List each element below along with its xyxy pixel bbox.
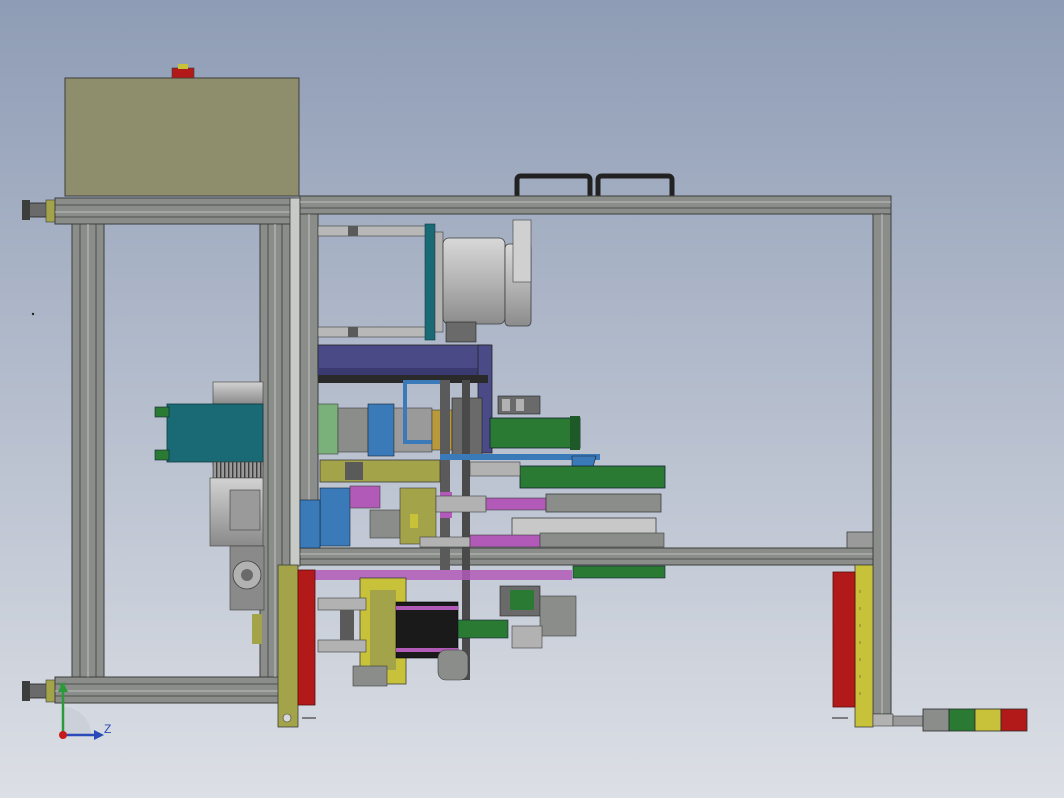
cad-viewport[interactable]: Y Z xyxy=(0,0,1064,798)
y-axis-label: Y xyxy=(58,680,66,694)
stray-point xyxy=(31,312,35,316)
signal-lamp-segment xyxy=(1000,708,1028,732)
signal-lamp-segment xyxy=(974,708,1002,732)
signal-lamp-segment xyxy=(948,708,976,732)
signal-lamp-segment xyxy=(922,708,950,732)
electrical-cabinet[interactable] xyxy=(64,64,300,197)
origin-marker xyxy=(59,731,67,739)
z-axis-label: Z xyxy=(104,722,111,736)
cad-canvas[interactable]: Y Z xyxy=(0,0,1064,798)
